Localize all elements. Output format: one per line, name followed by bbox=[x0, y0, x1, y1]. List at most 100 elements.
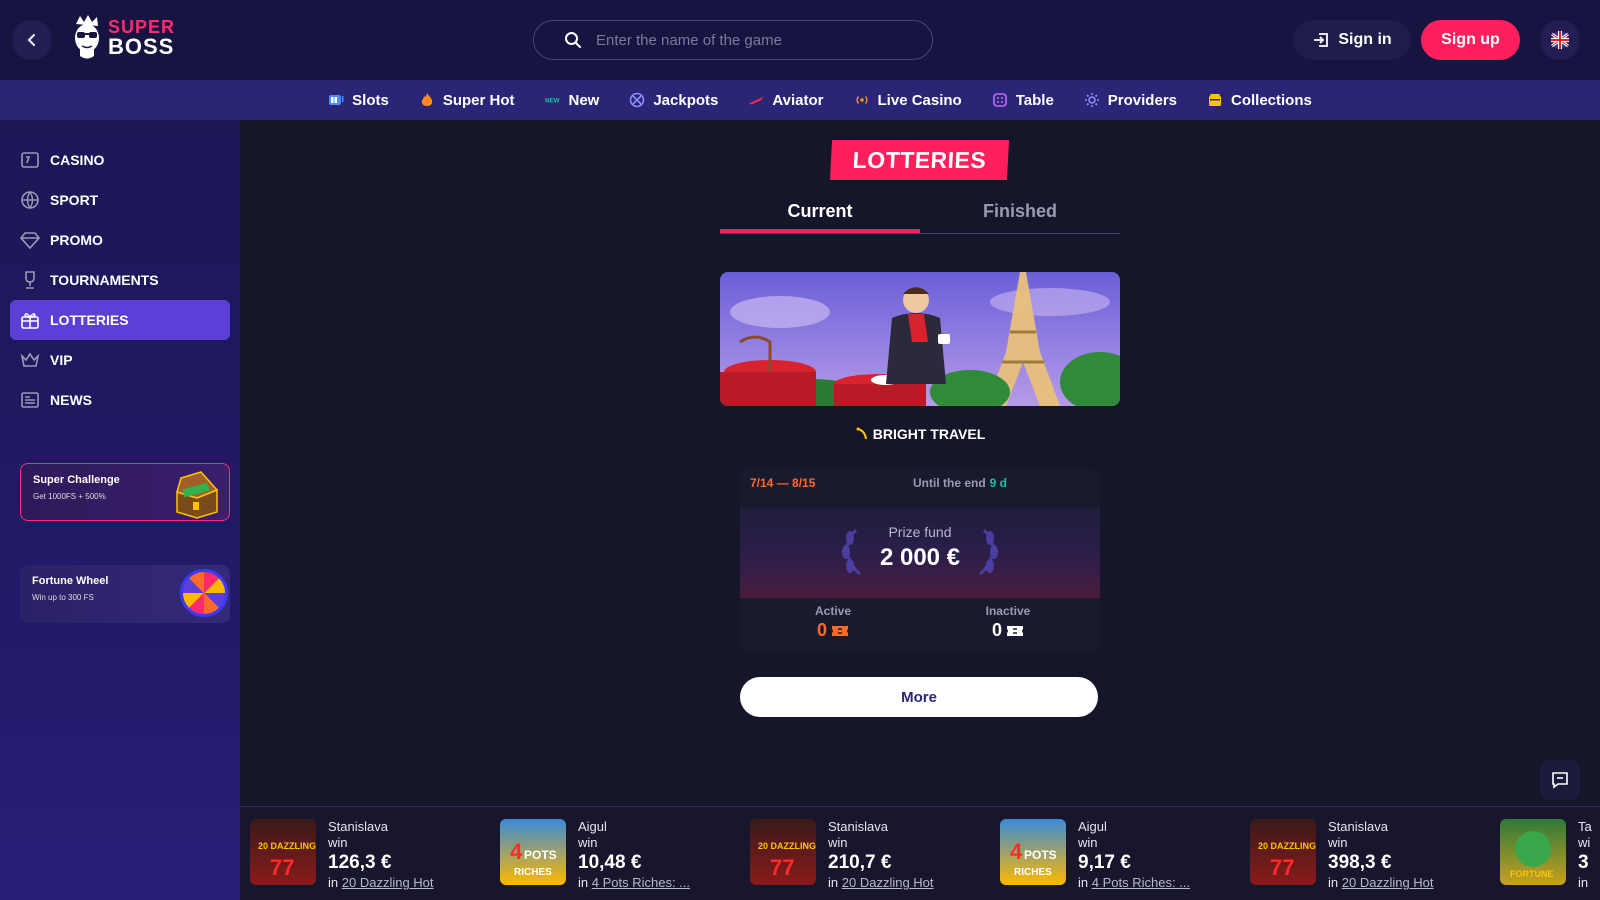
search-input[interactable] bbox=[596, 31, 916, 49]
sidebar-item-news[interactable]: NEWS bbox=[10, 380, 230, 420]
nav-slots[interactable]: Slots bbox=[328, 92, 389, 109]
chat-button[interactable] bbox=[1540, 760, 1580, 800]
svg-text:NEW: NEW bbox=[545, 98, 560, 105]
bright-travel-banner-image bbox=[720, 272, 1120, 406]
gift-icon bbox=[20, 310, 40, 330]
lottery-banner[interactable] bbox=[720, 272, 1120, 406]
sign-up-button[interactable]: Sign up bbox=[1421, 20, 1520, 60]
svg-text:77: 77 bbox=[770, 855, 794, 880]
svg-text:RICHES: RICHES bbox=[514, 867, 552, 878]
sidebar-item-label: SPORT bbox=[50, 192, 99, 208]
more-button[interactable]: More bbox=[740, 677, 1098, 717]
diamond-icon bbox=[20, 230, 40, 250]
game-thumbnail-20-dazzling-hot: 20 DAZZLING 77 bbox=[750, 819, 816, 885]
svg-text:4: 4 bbox=[1010, 839, 1023, 864]
until-label: Until the end bbox=[913, 476, 986, 490]
nav-jackpots[interactable]: Jackpots bbox=[629, 92, 718, 109]
winner-action: win bbox=[1328, 834, 1348, 850]
winner-action: wi bbox=[1578, 834, 1591, 850]
svg-text:77: 77 bbox=[270, 855, 294, 880]
svg-text:20 DAZZLING: 20 DAZZLING bbox=[758, 841, 816, 851]
nav-table-label: Table bbox=[1015, 91, 1054, 109]
slots-icon bbox=[328, 92, 344, 108]
nav-collections[interactable]: Collections bbox=[1207, 92, 1312, 109]
nav-super-hot-label: Super Hot bbox=[442, 91, 515, 109]
winner-action: win bbox=[1078, 834, 1098, 850]
winner-game-link[interactable]: 4 Pots Riches: ... bbox=[1092, 875, 1190, 890]
nav-slots-label: Slots bbox=[352, 91, 389, 109]
prize-fund-value: 2 000 € bbox=[879, 544, 961, 571]
nav-table[interactable]: Table bbox=[992, 92, 1054, 109]
winner-item[interactable]: 4 POTS RICHES Aigul win 9,17 € in 4 Pots R… bbox=[1000, 819, 1240, 890]
sign-up-label: Sign up bbox=[1441, 31, 1500, 48]
uk-flag-icon bbox=[1551, 31, 1569, 49]
chevron-left-icon bbox=[27, 34, 35, 46]
winner-item[interactable]: 4 POTS RICHES Aigul win 10,48 € in 4 Pots … bbox=[500, 819, 740, 890]
game-thumbnail-20-dazzling-hot: 20 DAZZLING 77 bbox=[1250, 819, 1316, 885]
winner-item[interactable]: FORTUNE Ta wi 3 in bbox=[1500, 819, 1600, 890]
active-tickets-value: 0 bbox=[816, 620, 827, 640]
ball-icon bbox=[20, 190, 40, 210]
winner-in: in bbox=[328, 874, 339, 890]
sidebar-item-promo[interactable]: PROMO bbox=[10, 220, 230, 260]
sidebar-item-sport[interactable]: SPORT bbox=[10, 180, 230, 220]
fortune-wheel-card[interactable]: Fortune Wheel Win up to 300 FS bbox=[20, 565, 230, 623]
nav-aviator[interactable]: Aviator bbox=[748, 91, 824, 109]
search-icon bbox=[565, 32, 581, 48]
sidebar-item-label: CASINO bbox=[50, 152, 105, 168]
search-box[interactable] bbox=[533, 20, 933, 60]
nav-jackpots-label: Jackpots bbox=[653, 91, 719, 109]
casino-icon bbox=[20, 150, 40, 170]
winner-game-link[interactable]: 20 Dazzling Hot bbox=[1342, 875, 1434, 890]
winner-name: Aigul bbox=[1078, 819, 1107, 834]
sign-in-button[interactable]: Sign in bbox=[1293, 20, 1411, 60]
winner-item[interactable]: 20 DAZZLING 77 Stanislava win 210,7 € in … bbox=[750, 819, 990, 890]
sidebar-item-casino[interactable]: CASINO bbox=[10, 140, 230, 180]
nav-aviator-label: Aviator bbox=[772, 91, 824, 109]
language-button[interactable] bbox=[1540, 20, 1580, 60]
winner-game-link[interactable]: 20 Dazzling Hot bbox=[842, 875, 934, 890]
sidebar-item-label: NEWS bbox=[50, 392, 92, 408]
back-button[interactable] bbox=[12, 20, 52, 60]
gear-icon bbox=[1084, 92, 1100, 108]
sidebar-item-vip[interactable]: VIP bbox=[10, 340, 230, 380]
sidebar-item-label: LOTTERIES bbox=[50, 312, 129, 328]
logo[interactable]: SUPER BOSS bbox=[70, 14, 175, 62]
winner-in: in bbox=[1578, 874, 1589, 890]
game-thumbnail-4-pots-riches: 4 POTS RICHES bbox=[1000, 819, 1066, 885]
winner-item[interactable]: 20 DAZZLING 77 Stanislava win 126,3 € in … bbox=[250, 819, 490, 890]
super-challenge-card[interactable]: Super Challenge Get 1000FS + 500% bbox=[20, 463, 230, 521]
game-thumbnail-fortune: FORTUNE bbox=[1500, 819, 1566, 885]
tab-finished[interactable]: Finished bbox=[920, 196, 1120, 233]
game-thumbnail-4-pots-riches: 4 POTS RICHES bbox=[500, 819, 566, 885]
lottery-countdown: Until the end 9 d bbox=[913, 476, 1007, 490]
winner-game-link[interactable]: 4 Pots Riches: ... bbox=[592, 875, 690, 890]
active-tickets: Active 0 bbox=[773, 604, 893, 641]
svg-text:4: 4 bbox=[510, 839, 523, 864]
winner-in: in bbox=[828, 874, 839, 890]
nav-new[interactable]: NEW New bbox=[545, 92, 600, 109]
sidebar-item-tournaments[interactable]: TOURNAMENTS bbox=[10, 260, 230, 300]
new-icon: NEW bbox=[545, 92, 561, 108]
game-thumbnail-20-dazzling-hot: 20 DAZZLING 77 bbox=[250, 819, 316, 885]
svg-text:POTS: POTS bbox=[1024, 848, 1057, 862]
tab-current[interactable]: Current bbox=[720, 196, 920, 233]
trophy-icon bbox=[20, 270, 40, 290]
winner-in: in bbox=[578, 874, 589, 890]
until-value: 9 d bbox=[989, 476, 1008, 490]
winner-game-link[interactable]: 20 Dazzling Hot bbox=[342, 875, 434, 890]
top-header: SUPER BOSS Sign in Sign up bbox=[0, 0, 1600, 80]
recent-winners-strip: 20 DAZZLING 77 Stanislava win 126,3 € in … bbox=[240, 806, 1600, 900]
winner-item[interactable]: 20 DAZZLING 77 Stanislava win 398,3 € in … bbox=[1250, 819, 1490, 890]
sidebar-item-lotteries[interactable]: LOTTERIES bbox=[10, 300, 230, 340]
winner-amount: 9,17 € bbox=[1078, 852, 1131, 874]
sidebar-item-label: PROMO bbox=[50, 232, 103, 248]
winner-name: Aigul bbox=[578, 819, 607, 834]
nav-live-casino[interactable]: Live Casino bbox=[854, 92, 962, 109]
nav-super-hot[interactable]: Super Hot bbox=[419, 92, 515, 109]
winner-name: Ta bbox=[1578, 819, 1592, 834]
sidebar-item-label: TOURNAMENTS bbox=[50, 272, 159, 288]
lottery-name-text: BRIGHT TRAVEL bbox=[872, 426, 986, 442]
nav-providers[interactable]: Providers bbox=[1084, 92, 1177, 109]
winner-amount: 398,3 € bbox=[1328, 852, 1392, 874]
